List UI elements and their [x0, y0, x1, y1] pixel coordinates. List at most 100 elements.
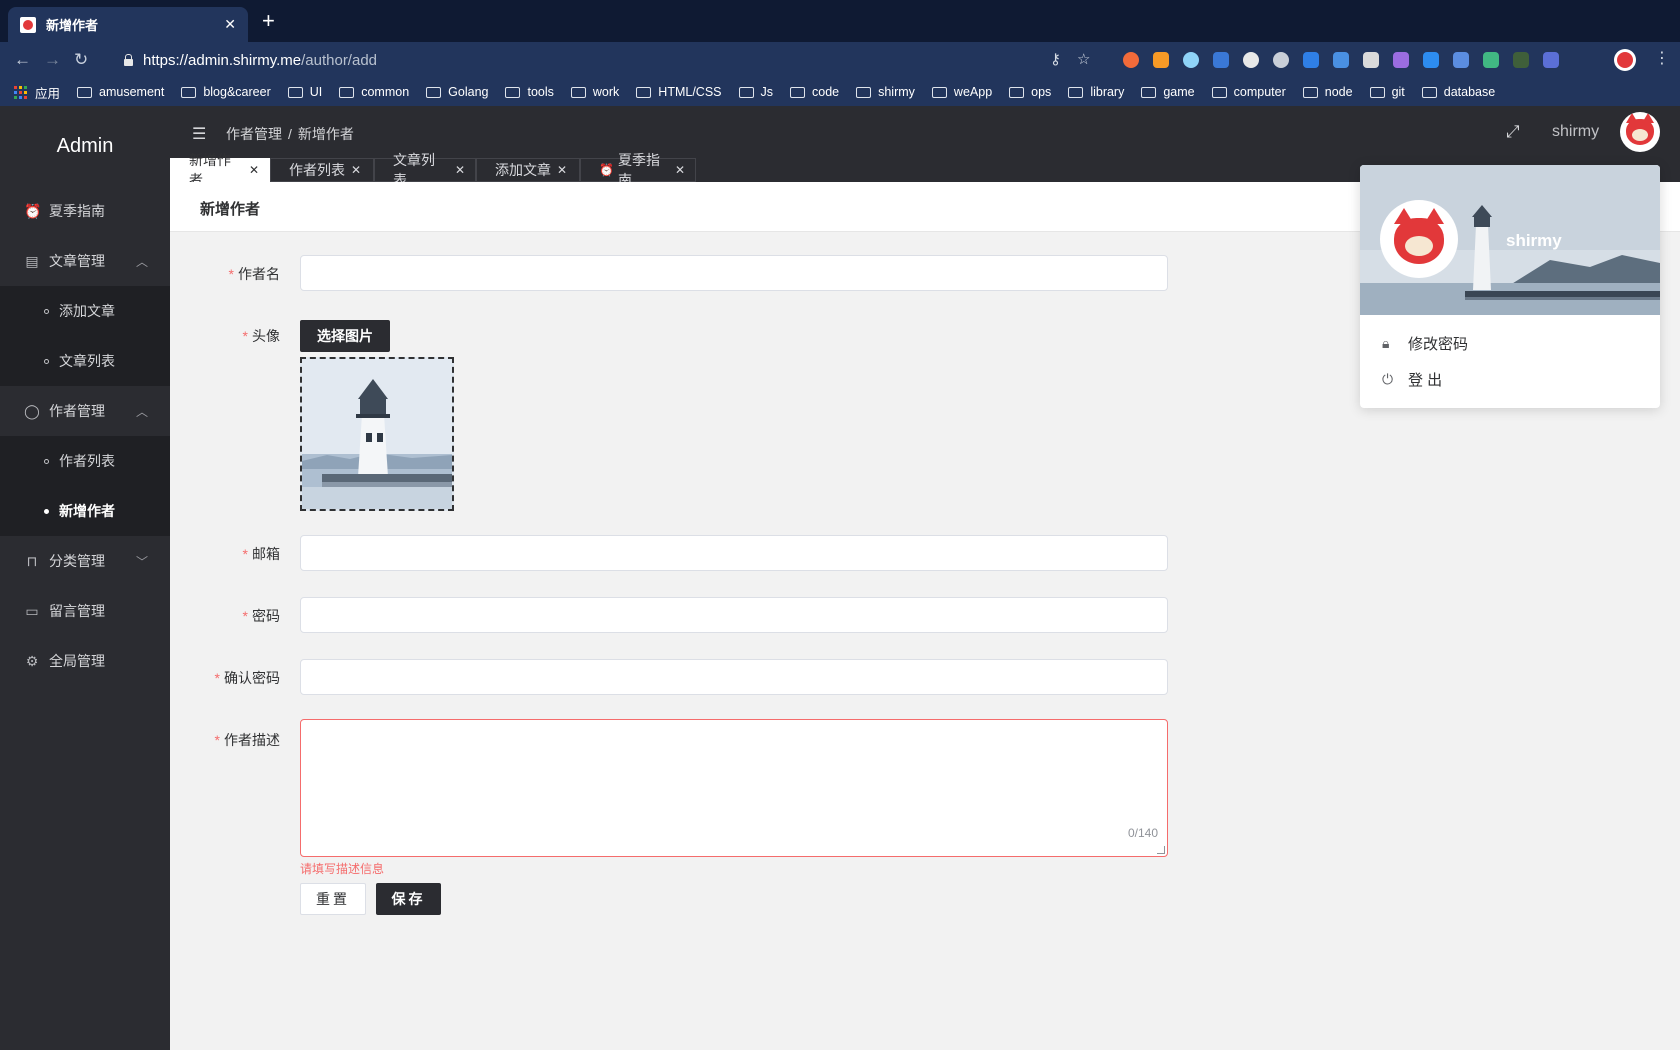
bookmark-apps[interactable]: 应用 — [14, 83, 60, 102]
change-password-item[interactable]: 🔒︎ 修改密码 — [1382, 333, 1468, 354]
char-counter: 0/140 — [1127, 826, 1158, 840]
extension-icon[interactable] — [1423, 52, 1439, 68]
chevron-down-icon: ﹀ — [135, 555, 148, 569]
bookmark-icon: ⊓ — [26, 552, 38, 569]
browser-tab[interactable]: 新增作者 ✕ — [8, 7, 248, 42]
sidebar-item-author-list[interactable]: 作者列表 — [0, 436, 170, 486]
chrome-menu-icon[interactable]: ⋮ — [1654, 48, 1670, 68]
sidebar-item-author-management[interactable]: ◯ 作者管理 ︿ — [0, 386, 170, 436]
hamburger-icon[interactable]: ☰ — [192, 124, 206, 144]
bookmark-folder[interactable]: git — [1369, 85, 1405, 99]
save-button[interactable]: 保存 — [376, 883, 441, 915]
tag-summer-guide[interactable]: ⏰ 夏季指南 ✕ — [580, 152, 696, 188]
avatar[interactable] — [1620, 112, 1660, 152]
bookmark-folder[interactable]: amusement — [77, 85, 164, 99]
address-bar[interactable]: https://admin.shirmy.me/author/add — [110, 46, 1110, 74]
header-username[interactable]: shirmy — [1552, 123, 1599, 141]
email-field[interactable] — [300, 535, 1168, 571]
extension-icon[interactable] — [1543, 52, 1559, 68]
extension-icon[interactable] — [1153, 52, 1169, 68]
extension-icon[interactable] — [1333, 52, 1349, 68]
translate-icon[interactable] — [1453, 52, 1469, 68]
bookmark-folder[interactable]: blog&career — [181, 85, 271, 99]
description-error: 请填写描述信息 — [300, 862, 385, 876]
apps-grid-icon — [14, 85, 27, 99]
browser-tab-strip: 新增作者 ✕ + — [0, 0, 1680, 42]
lighthouse-image — [302, 359, 452, 509]
sidebar-item-message-management[interactable]: ▭ 留言管理 — [0, 586, 170, 636]
bookmark-folder[interactable]: ops — [1009, 85, 1051, 99]
close-icon[interactable]: ✕ — [675, 163, 685, 177]
bookmark-folder[interactable]: computer — [1211, 85, 1286, 99]
sidebar-item-add-author[interactable]: 新增作者 — [0, 486, 170, 536]
confirm-password-label: * 确认密码 — [214, 670, 280, 686]
folder-icon — [1211, 86, 1227, 98]
folder-icon — [287, 86, 303, 98]
bookmark-folder[interactable]: UI — [287, 85, 322, 99]
close-tab-icon[interactable]: ✕ — [224, 16, 236, 33]
react-devtools-icon[interactable] — [1183, 52, 1199, 68]
fullscreen-icon[interactable]: ⤢ — [1506, 122, 1520, 142]
bookmark-folder[interactable]: shirmy — [856, 85, 915, 99]
extension-icon[interactable] — [1273, 52, 1289, 68]
profile-avatar[interactable] — [1614, 49, 1636, 71]
bookmark-folder[interactable]: library — [1068, 85, 1124, 99]
extension-icon[interactable] — [1393, 52, 1409, 68]
sidebar-menu: ⏰ 夏季指南 ▤ 文章管理 ︿ 添加文章 文章列表 ◯ 作者管理 ︿ 作者列表 … — [0, 186, 170, 686]
description-textarea[interactable]: 0/140 — [300, 719, 1168, 857]
document-icon: ▤ — [25, 252, 39, 269]
extensions — [1123, 52, 1559, 68]
tag-add-article[interactable]: 添加文章 ✕ — [476, 158, 580, 182]
bookmark-folder[interactable]: code — [790, 85, 839, 99]
resize-handle-icon[interactable] — [1157, 846, 1165, 854]
key-icon[interactable]: ⚷ — [1050, 50, 1061, 68]
extension-icon[interactable] — [1213, 52, 1229, 68]
password-field[interactable] — [300, 597, 1168, 633]
confirm-password-field[interactable] — [300, 659, 1168, 695]
close-icon[interactable]: ✕ — [351, 163, 361, 177]
author-name-input[interactable] — [300, 255, 1168, 291]
sidebar-item-summer-guide[interactable]: ⏰ 夏季指南 — [0, 186, 170, 236]
logout-item[interactable]: ⏻ 登 出 — [1382, 369, 1442, 390]
sidebar-item-add-article[interactable]: 添加文章 — [0, 286, 170, 336]
extension-icon[interactable] — [1243, 52, 1259, 68]
bookmark-folder[interactable]: database — [1421, 85, 1495, 99]
bookmark-folder[interactable]: game — [1141, 85, 1195, 99]
bookmark-folder[interactable]: common — [339, 85, 409, 99]
bookmark-folder[interactable]: Js — [738, 85, 773, 99]
tag-article-list[interactable]: 文章列表 ✕ — [374, 152, 476, 188]
password-label: * 密码 — [242, 608, 280, 624]
tag-author-list[interactable]: 作者列表 ✕ — [270, 158, 374, 182]
sidebar-item-global-management[interactable]: ⚙ 全局管理 — [0, 636, 170, 686]
folder-icon — [1068, 86, 1084, 98]
star-icon[interactable]: ☆ — [1077, 50, 1090, 68]
extension-icon[interactable] — [1303, 52, 1319, 68]
close-icon[interactable]: ✕ — [455, 163, 465, 177]
close-icon[interactable]: ✕ — [249, 163, 259, 177]
fox-avatar-icon — [1626, 113, 1654, 145]
bookmark-folder[interactable]: tools — [505, 85, 554, 99]
extension-icon[interactable] — [1123, 52, 1139, 68]
sidebar-item-article-list[interactable]: 文章列表 — [0, 336, 170, 386]
reset-button[interactable]: 重置 — [300, 883, 366, 915]
bookmark-folder[interactable]: work — [570, 85, 619, 99]
bookmark-folder[interactable]: HTML/CSS — [636, 85, 722, 99]
choose-image-button[interactable]: 选择图片 — [300, 320, 390, 352]
extension-icon[interactable] — [1363, 52, 1379, 68]
bookmark-folder[interactable]: weApp — [931, 85, 992, 99]
forward-icon[interactable]: → — [44, 48, 61, 72]
reload-icon[interactable]: ↻ — [74, 48, 88, 72]
sidebar-item-article-management[interactable]: ▤ 文章管理 ︿ — [0, 236, 170, 286]
bookmark-folder[interactable]: node — [1302, 85, 1353, 99]
folder-icon — [738, 86, 754, 98]
bookmark-folder[interactable]: Golang — [426, 85, 488, 99]
back-icon[interactable]: ← — [14, 48, 31, 72]
new-tab-icon[interactable]: + — [262, 8, 275, 34]
tag-add-author[interactable]: 新增作者 ✕ — [170, 152, 270, 188]
folder-icon — [1302, 86, 1318, 98]
extension-icon[interactable] — [1513, 52, 1529, 68]
vue-devtools-icon[interactable] — [1483, 52, 1499, 68]
sidebar-item-category-management[interactable]: ⊓ 分类管理 ﹀ — [0, 536, 170, 586]
close-icon[interactable]: ✕ — [557, 163, 567, 177]
breadcrumb-item[interactable]: 作者管理 — [226, 126, 282, 142]
